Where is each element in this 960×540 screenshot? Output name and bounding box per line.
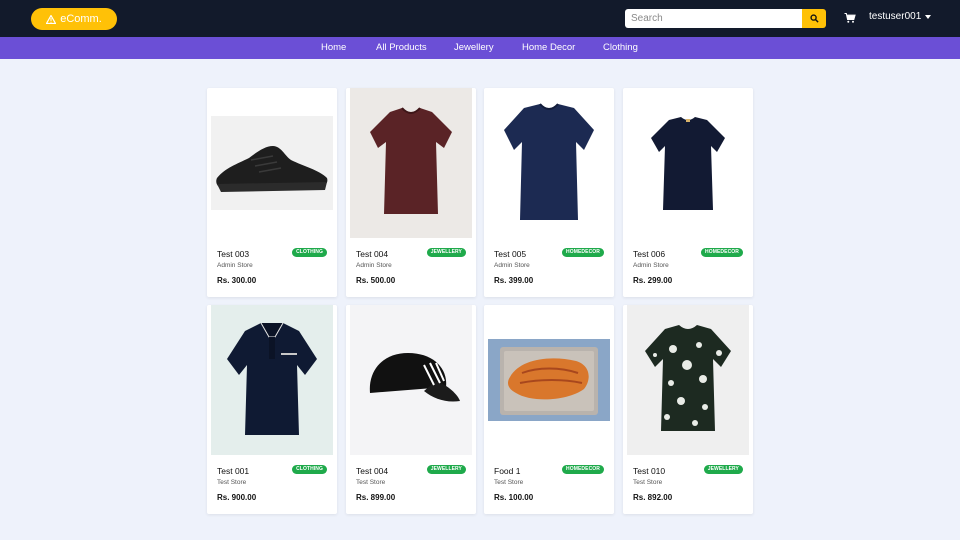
category-badge: JEWELLERY — [703, 465, 743, 474]
category-badge: JEWELLERY — [426, 465, 466, 474]
caret-down-icon — [925, 14, 932, 19]
navy-tshirt-image — [504, 103, 594, 220]
nav-all-products[interactable]: All Products — [376, 42, 427, 53]
product-card[interactable]: Test 010 JEWELLERY Test Store Rs. 892.00 — [623, 305, 753, 514]
nav-home-decor[interactable]: Home Decor — [522, 42, 575, 53]
brand-name: eComm. — [60, 13, 102, 25]
store-name: Admin Store — [494, 262, 530, 269]
maroon-tshirt-image — [370, 107, 452, 214]
product-title[interactable]: Test 004 — [356, 249, 388, 259]
product-price: Rs. 899.00 — [356, 493, 396, 502]
warning-triangle-icon — [46, 14, 57, 24]
product-price: Rs. 299.00 — [633, 276, 673, 285]
category-badge: JEWELLERY — [426, 248, 466, 257]
product-image[interactable] — [627, 305, 749, 455]
category-navbar: Home All Products Jewellery Home Decor C… — [0, 37, 960, 59]
category-badge: HOMEDECOR — [701, 248, 743, 257]
black-cap-image — [369, 353, 460, 402]
product-image[interactable] — [350, 305, 472, 455]
product-image[interactable] — [488, 339, 610, 421]
store-name: Test Store — [356, 479, 386, 486]
product-card[interactable]: Test 006 HOMEDECOR Admin Store Rs. 299.0… — [623, 88, 753, 297]
search-input[interactable] — [625, 9, 802, 28]
navy-tshirt-image — [651, 117, 725, 210]
nav-jewellery[interactable]: Jewellery — [454, 42, 494, 53]
search-bar — [625, 9, 826, 28]
product-title[interactable]: Test 010 — [633, 466, 665, 476]
product-title[interactable]: Test 004 — [356, 466, 388, 476]
product-image[interactable] — [488, 94, 610, 230]
brand-logo[interactable]: eComm. — [31, 8, 117, 30]
product-image[interactable] — [350, 88, 472, 238]
store-name: Admin Store — [356, 262, 392, 269]
store-name: Test Store — [633, 479, 663, 486]
product-title[interactable]: Test 006 — [633, 249, 665, 259]
product-card[interactable]: Test 004 JEWELLERY Test Store Rs. 899.00 — [346, 305, 476, 514]
product-price: Rs. 500.00 — [356, 276, 396, 285]
product-image[interactable] — [211, 116, 333, 210]
top-navbar: eComm. testuser001 — [0, 0, 960, 37]
product-image[interactable] — [627, 106, 749, 218]
category-badge: CLOTHING — [292, 465, 327, 474]
product-card[interactable]: Test 001 CLOTHING Test Store Rs. 900.00 — [207, 305, 337, 514]
product-title[interactable]: Test 005 — [494, 249, 526, 259]
category-badge: HOMEDECOR — [562, 248, 604, 257]
product-card[interactable]: Test 004 JEWELLERY Admin Store Rs. 500.0… — [346, 88, 476, 297]
nav-home[interactable]: Home — [321, 42, 346, 53]
product-title[interactable]: Food 1 — [494, 466, 520, 476]
product-title[interactable]: Test 001 — [217, 466, 249, 476]
product-price: Rs. 892.00 — [633, 493, 673, 502]
floral-tshirt-image — [645, 325, 731, 431]
username: testuser001 — [869, 11, 922, 22]
navy-polo-image — [227, 322, 317, 435]
category-badge: CLOTHING — [292, 248, 327, 257]
product-price: Rs. 100.00 — [494, 493, 534, 502]
product-card[interactable]: Test 003 CLOTHING Admin Store Rs. 300.00 — [207, 88, 337, 297]
sneaker-image — [216, 146, 328, 192]
search-icon — [809, 14, 819, 23]
store-name: Admin Store — [633, 262, 669, 269]
user-menu[interactable]: testuser001 — [869, 11, 932, 22]
product-price: Rs. 300.00 — [217, 276, 257, 285]
product-price: Rs. 900.00 — [217, 493, 257, 502]
product-card[interactable]: Test 005 HOMEDECOR Admin Store Rs. 399.0… — [484, 88, 614, 297]
store-name: Admin Store — [217, 262, 253, 269]
product-price: Rs. 399.00 — [494, 276, 534, 285]
category-badge: HOMEDECOR — [562, 465, 604, 474]
salmon-tray-image — [500, 347, 598, 415]
product-image[interactable] — [211, 305, 333, 455]
product-card[interactable]: Food 1 HOMEDECOR Test Store Rs. 100.00 — [484, 305, 614, 514]
store-name: Test Store — [494, 479, 524, 486]
cart-icon[interactable] — [844, 12, 856, 24]
nav-clothing[interactable]: Clothing — [603, 42, 638, 53]
store-name: Test Store — [217, 479, 247, 486]
search-button[interactable] — [802, 9, 826, 28]
product-title[interactable]: Test 003 — [217, 249, 249, 259]
